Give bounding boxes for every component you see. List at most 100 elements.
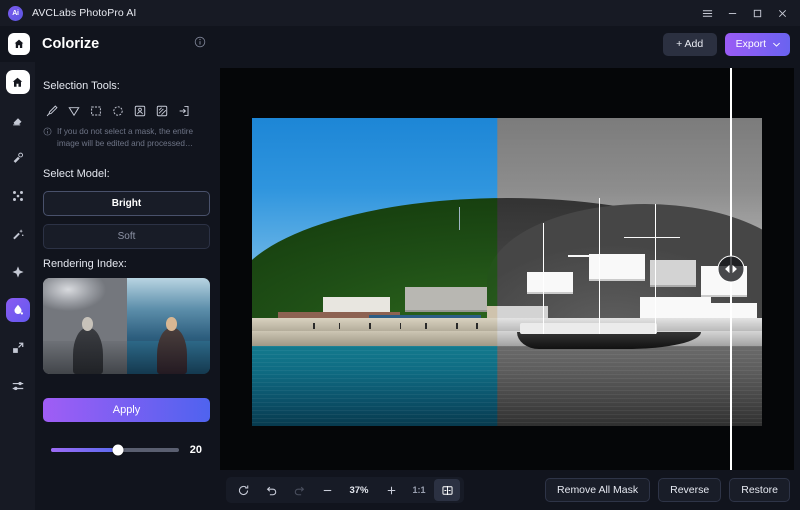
minus-icon xyxy=(323,489,331,491)
reverse-button[interactable]: Reverse xyxy=(658,478,722,502)
slider-knob[interactable] xyxy=(112,444,124,456)
home-icon xyxy=(14,39,24,48)
model-option-soft[interactable]: Soft xyxy=(43,223,210,249)
undo-icon[interactable] xyxy=(258,479,284,501)
building xyxy=(588,253,645,282)
slider-track[interactable] xyxy=(51,444,179,456)
mask-actions: Remove All Mask Reverse Restore xyxy=(545,478,790,502)
rendering-index-value: 20 xyxy=(189,444,202,456)
reset-rotate-icon[interactable] xyxy=(230,479,256,501)
app-title: AVCLabs PhotoPro AI xyxy=(32,7,137,19)
rendering-index-preview xyxy=(43,277,210,374)
plus-icon xyxy=(387,486,395,494)
preview-head-gray xyxy=(82,317,94,331)
person xyxy=(456,323,458,329)
invert-selection-tool-icon[interactable] xyxy=(176,103,191,118)
person xyxy=(369,323,371,329)
person xyxy=(425,323,427,329)
rail-item-enhance[interactable] xyxy=(6,146,30,170)
sailboat-mast xyxy=(598,198,601,334)
rendering-index-slider[interactable]: 20 xyxy=(43,444,210,456)
add-button[interactable]: + Add xyxy=(662,32,717,56)
canvas-bottom-toolbar: 37% 1:1 Remove All Mask Reverse Restore xyxy=(220,470,800,510)
background-select-tool-icon[interactable] xyxy=(154,103,169,118)
rail-item-denoise[interactable] xyxy=(6,184,30,208)
home-button[interactable] xyxy=(8,33,30,55)
restore-button[interactable]: Restore xyxy=(729,478,790,502)
building xyxy=(405,287,487,313)
slider-fill xyxy=(51,448,118,452)
rail-item-upscale[interactable] xyxy=(6,336,30,360)
subject-select-tool-icon[interactable] xyxy=(132,103,147,118)
hamburger-menu-icon[interactable] xyxy=(695,2,719,24)
zoom-level-label: 37% xyxy=(349,484,369,496)
mask-hint: If you do not select a mask, the entire … xyxy=(43,126,210,150)
building xyxy=(527,272,574,294)
header-actions: + Add Export xyxy=(662,32,790,56)
rail-item-eraser[interactable] xyxy=(6,108,30,132)
person xyxy=(399,323,402,329)
sailboat-mast xyxy=(654,204,657,334)
canvas-column: 37% 1:1 Remove All Mask Reverse Restore xyxy=(220,62,800,510)
rail-item-retouch[interactable] xyxy=(6,222,30,246)
brush-tool-icon[interactable] xyxy=(44,103,59,118)
retouch-wand-icon xyxy=(12,229,24,240)
zoom-in-button[interactable] xyxy=(378,479,404,501)
application-window: Ai AVCLabs PhotoPro AI Colorize + Add Ex… xyxy=(0,0,800,510)
redo-icon[interactable] xyxy=(286,479,312,501)
colorize-settings-panel: Selection Tools: If you do not select a … xyxy=(35,62,220,510)
building xyxy=(649,259,696,288)
rail-item-colorize[interactable] xyxy=(5,298,30,322)
remove-all-mask-button[interactable]: Remove All Mask xyxy=(545,478,651,502)
main-body: Selection Tools: If you do not select a … xyxy=(0,62,800,510)
rail-item-adjust[interactable] xyxy=(6,374,30,398)
adjust-sliders-icon xyxy=(12,381,23,391)
header-left-group: Colorize xyxy=(0,33,220,55)
preview-person-color xyxy=(156,327,187,374)
preview-head-color xyxy=(165,317,177,331)
selection-tools-label: Selection Tools: xyxy=(43,80,120,92)
preview-grayscale-half xyxy=(43,277,127,374)
zoom-tool-group: 37% 1:1 xyxy=(226,477,464,503)
export-button-label: Export xyxy=(735,38,766,50)
preview-person-gray xyxy=(73,327,104,374)
rail-item-sharpen[interactable] xyxy=(6,260,30,284)
model-option-bright[interactable]: Bright xyxy=(43,190,210,216)
page-title: Colorize xyxy=(42,36,100,52)
app-logo-text: Ai xyxy=(12,9,19,17)
person xyxy=(313,323,315,329)
title-bar: Ai AVCLabs PhotoPro AI xyxy=(0,0,800,26)
sailboat-boom xyxy=(568,255,625,257)
image-canvas[interactable] xyxy=(220,68,794,470)
info-circle-icon[interactable] xyxy=(194,35,206,53)
fit-ratio-button[interactable]: 1:1 xyxy=(406,479,432,501)
magic-enhance-icon xyxy=(13,152,23,163)
comparison-photo[interactable] xyxy=(252,118,762,426)
apply-button[interactable]: Apply xyxy=(43,398,210,422)
rail-item-home[interactable] xyxy=(5,70,30,94)
select-model-label: Select Model: xyxy=(43,167,110,180)
denoise-dots-icon xyxy=(12,191,23,201)
mask-hint-text: If you do not select a mask, the entire … xyxy=(57,127,194,148)
left-icon-rail xyxy=(0,62,35,510)
sharpen-icon xyxy=(11,266,24,278)
rectangle-select-tool-icon[interactable] xyxy=(88,103,103,118)
antenna xyxy=(458,207,460,231)
person xyxy=(338,323,341,329)
eraser-icon xyxy=(12,118,21,126)
compare-left-right-arrows-icon[interactable] xyxy=(717,255,745,283)
minimize-icon[interactable] xyxy=(720,2,744,24)
export-button[interactable]: Export xyxy=(724,32,790,56)
ellipse-select-tool-icon[interactable] xyxy=(110,103,125,118)
close-icon[interactable] xyxy=(770,2,794,24)
rendering-index-label: Rendering Index: xyxy=(43,257,127,270)
sailboat-deck xyxy=(519,323,658,334)
window-controls xyxy=(695,2,794,24)
split-compare-view-icon[interactable] xyxy=(434,479,460,501)
maximize-icon[interactable] xyxy=(745,2,769,24)
app-logo-icon: Ai xyxy=(8,5,23,21)
zoom-out-button[interactable] xyxy=(314,479,340,501)
sailboat-mast xyxy=(542,222,545,334)
upscale-expand-icon xyxy=(12,342,23,353)
lasso-pointer-tool-icon[interactable] xyxy=(66,103,81,118)
